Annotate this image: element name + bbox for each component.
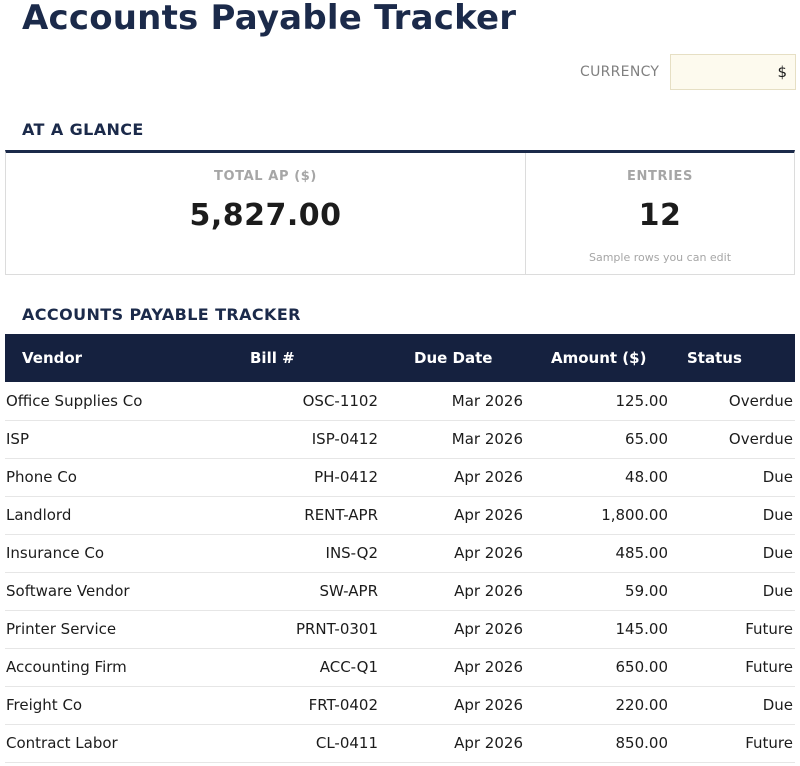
vendor-cell[interactable]: Insurance Co (5, 534, 214, 572)
tracker-heading: ACCOUNTS PAYABLE TRACKER (22, 305, 301, 324)
table-row: Phone Co PH-0412 Apr 2026 48.00 Due (5, 458, 795, 496)
status-cell[interactable]: Due (668, 496, 795, 534)
column-header-due-date[interactable]: Due Date (378, 334, 523, 382)
bill-number-cell[interactable]: PRNT-0301 (214, 610, 378, 648)
bill-number-cell[interactable]: ACC-Q1 (214, 648, 378, 686)
due-date-cell[interactable]: Mar 2026 (378, 382, 523, 420)
column-header-status[interactable]: Status (668, 334, 795, 382)
due-date-cell[interactable]: Apr 2026 (378, 648, 523, 686)
due-date-cell[interactable]: Mar 2026 (378, 420, 523, 458)
due-date-cell[interactable]: Apr 2026 (378, 686, 523, 724)
status-cell[interactable]: Due (668, 572, 795, 610)
vendor-cell[interactable]: ISP (5, 420, 214, 458)
vendor-cell[interactable]: Landlord (5, 496, 214, 534)
table-row: Insurance Co INS-Q2 Apr 2026 485.00 Due (5, 534, 795, 572)
table-row: Office Supplies Co OSC-1102 Mar 2026 125.00… (5, 382, 795, 420)
status-cell[interactable]: Future (668, 724, 795, 762)
due-date-cell[interactable]: Apr 2026 (378, 572, 523, 610)
entries-note: Sample rows you can edit (588, 251, 732, 264)
table-row: Software Vendor SW-APR Apr 2026 59.00 Due (5, 572, 795, 610)
due-date-cell[interactable]: Apr 2026 (378, 496, 523, 534)
bill-number-cell[interactable]: CL-0411 (214, 724, 378, 762)
status-cell[interactable]: Due (668, 534, 795, 572)
due-date-cell[interactable]: Apr 2026 (378, 610, 523, 648)
amount-cell[interactable]: 485.00 (523, 534, 669, 572)
ap-table: Vendor Bill # Due Date Amount ($) Status… (5, 334, 795, 763)
due-date-cell[interactable]: Apr 2026 (378, 724, 523, 762)
status-cell[interactable]: Future (668, 610, 795, 648)
entries-value: 12 (638, 198, 682, 233)
table-row: Printer Service PRNT-0301 Apr 2026 145.00 Fu… (5, 610, 795, 648)
due-date-cell[interactable]: Apr 2026 (378, 458, 523, 496)
total-ap-card: TOTAL AP ($) 5,827.00 (6, 153, 525, 274)
glance-panel: TOTAL AP ($) 5,827.00 ENTRIES 12 Sample … (5, 150, 795, 275)
amount-cell[interactable]: 650.00 (523, 648, 669, 686)
table-row: Accounting Firm ACC-Q1 Apr 2026 650.00 Futur… (5, 648, 795, 686)
table-row: Landlord RENT-APR Apr 2026 1,800.00 Due (5, 496, 795, 534)
bill-number-cell[interactable]: PH-0412 (214, 458, 378, 496)
vendor-cell[interactable]: Printer Service (5, 610, 214, 648)
status-cell[interactable]: Due (668, 458, 795, 496)
vendor-cell[interactable]: Accounting Firm (5, 648, 214, 686)
bill-number-cell[interactable]: INS-Q2 (214, 534, 378, 572)
column-header-amount[interactable]: Amount ($) (523, 334, 668, 382)
status-cell[interactable]: Due (668, 686, 795, 724)
amount-cell[interactable]: 65.00 (523, 420, 668, 458)
vendor-cell[interactable]: Freight Co (5, 686, 214, 724)
amount-cell[interactable]: 145.00 (523, 610, 669, 648)
amount-cell[interactable]: 850.00 (523, 724, 669, 762)
table-row: Freight Co FRT-0402 Apr 2026 220.00 Due (5, 686, 795, 724)
vendor-cell[interactable]: Software Vendor (5, 572, 214, 610)
vendor-cell[interactable]: Office Supplies Co (5, 382, 214, 420)
currency-label: CURRENCY (580, 64, 660, 80)
bill-number-cell[interactable]: FRT-0402 (214, 686, 378, 724)
entries-label: ENTRIES (627, 169, 693, 184)
due-date-cell[interactable]: Apr 2026 (378, 534, 523, 572)
glance-heading: AT A GLANCE (22, 120, 144, 139)
bill-number-cell[interactable]: ISP-0412 (214, 420, 378, 458)
vendor-cell[interactable]: Contract Labor (5, 724, 214, 762)
page-title: Accounts Payable Tracker (22, 0, 517, 38)
bill-number-cell[interactable]: SW-APR (214, 572, 378, 610)
amount-cell[interactable]: 220.00 (523, 686, 669, 724)
amount-cell[interactable]: 59.00 (523, 572, 668, 610)
table-header-row: Vendor Bill # Due Date Amount ($) Status (5, 334, 795, 382)
status-cell[interactable]: Overdue (668, 420, 795, 458)
status-cell[interactable]: Overdue (668, 382, 795, 420)
amount-cell[interactable]: 1,800.00 (523, 496, 668, 534)
total-ap-value: 5,827.00 (189, 198, 342, 233)
amount-cell[interactable]: 48.00 (523, 458, 668, 496)
currency-input[interactable] (670, 54, 796, 90)
bill-number-cell[interactable]: OSC-1102 (214, 382, 378, 420)
bill-number-cell[interactable]: RENT-APR (214, 496, 378, 534)
column-header-vendor[interactable]: Vendor (5, 334, 214, 382)
status-cell[interactable]: Future (668, 648, 795, 686)
total-ap-label: TOTAL AP ($) (214, 169, 317, 184)
amount-cell[interactable]: 125.00 (523, 382, 669, 420)
table-row: Contract Labor CL-0411 Apr 2026 850.00 Futur… (5, 724, 795, 762)
entries-card: ENTRIES 12 Sample rows you can edit (525, 153, 794, 274)
vendor-cell[interactable]: Phone Co (5, 458, 214, 496)
table-row: ISP ISP-0412 Mar 2026 65.00 Overdue (5, 420, 795, 458)
column-header-bill[interactable]: Bill # (214, 334, 378, 382)
